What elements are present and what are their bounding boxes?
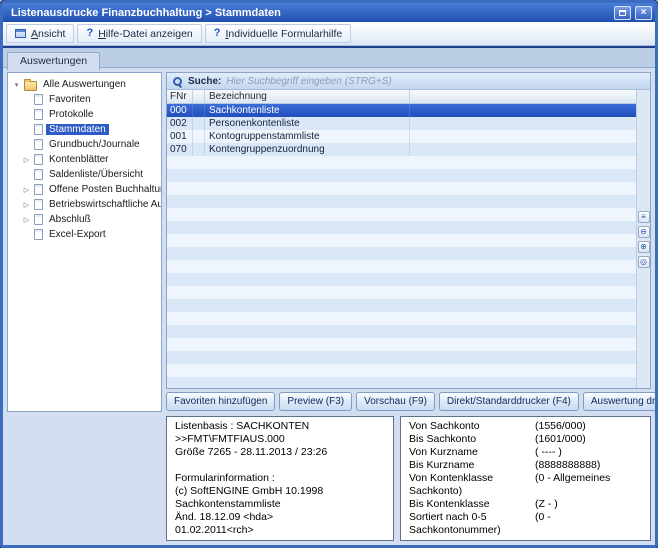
document-icon <box>34 229 43 240</box>
param-row: Bis Kontenklasse(Z - ) <box>409 498 642 511</box>
info-line: Änd. 18.12.09 <hda> <box>175 511 385 524</box>
param-row: Bis Sachkonto(1601/000) <box>409 433 642 446</box>
document-icon <box>34 124 43 135</box>
results-list: Suche: FNr Bezeichnung 000 Sachkont <box>166 72 651 389</box>
results-panel: Suche: FNr Bezeichnung 000 Sachkont <box>166 72 651 412</box>
print-report-button[interactable]: Auswertung drucken <box>583 392 658 411</box>
main-row: ▾ Alle Auswertungen Favoriten Protokolle… <box>7 72 651 412</box>
column-header-rest <box>410 90 650 103</box>
document-icon <box>34 94 43 105</box>
info-line: Listenbasis : SACHKONTEN <box>175 420 385 433</box>
table-body: 000 Sachkontenliste 002 Personenkontenli… <box>167 104 650 388</box>
view-icon <box>15 29 26 38</box>
document-icon <box>34 154 43 165</box>
action-bar: Favoriten hinzufügen Preview (F3) Vorsch… <box>166 392 651 412</box>
list-view-icon[interactable]: ≡ <box>638 211 650 223</box>
add-favorite-button[interactable]: Favoriten hinzufügen <box>166 392 275 411</box>
tree-item-offene-posten[interactable]: ▷ Offene Posten Buchhaltung <box>8 182 161 197</box>
document-icon <box>34 184 43 195</box>
column-header-flag <box>193 90 205 103</box>
tree-item-betriebswirtschaftliche[interactable]: ▷ Betriebswirtschaftliche Auswertungen <box>8 197 161 212</box>
maximize-icon <box>619 10 626 16</box>
details-icon[interactable]: ◎ <box>638 256 650 268</box>
document-icon <box>34 139 43 150</box>
vorschau-f9-button[interactable]: Vorschau (F9) <box>356 392 435 411</box>
ansicht-button[interactable]: Ansicht <box>6 24 74 43</box>
param-row: Von Kontenklasse(0 - Allgemeines Sachkon… <box>409 472 642 498</box>
tree-root-alle-auswertungen[interactable]: ▾ Alle Auswertungen <box>8 77 161 92</box>
tree-item-abschluss[interactable]: ▷ Abschluß <box>8 212 161 227</box>
tree-item-excel-export[interactable]: Excel-Export <box>8 227 161 242</box>
tree-panel: ▾ Alle Auswertungen Favoriten Protokolle… <box>7 72 162 412</box>
tree-item-protokolle[interactable]: Protokolle <box>8 107 161 122</box>
info-panel: Listenbasis : SACHKONTEN >>FMT\FMTFIAUS.… <box>166 416 394 541</box>
column-header-bezeichnung[interactable]: Bezeichnung <box>205 90 410 103</box>
param-row: Sortiert nach 0-5(0 - Sachkontonummer) <box>409 511 642 537</box>
direct-printer-f4-button[interactable]: Direkt/Standarddrucker (F4) <box>439 392 579 411</box>
form-help-button[interactable]: ? Individuelle Formularhilfe <box>205 24 351 43</box>
content-area: ▾ Alle Auswertungen Favoriten Protokolle… <box>3 68 655 545</box>
tree-root-label: Alle Auswertungen <box>40 79 129 90</box>
app-window: Listenausdrucke Finanzbuchhaltung > Stam… <box>0 0 658 548</box>
tree-item-kontenblaetter[interactable]: ▷ Kontenblätter <box>8 152 161 167</box>
info-line: Formularinformation : <box>175 472 385 485</box>
document-icon <box>34 199 43 210</box>
table-header: FNr Bezeichnung <box>167 90 650 104</box>
maximize-button[interactable] <box>614 6 631 20</box>
tree-item-grundbuch-journale[interactable]: Grundbuch/Journale <box>8 137 161 152</box>
table-row[interactable]: 001 Kontogruppenstammliste <box>167 130 650 143</box>
tab-auswertungen[interactable]: Auswertungen <box>7 52 100 70</box>
search-input[interactable] <box>226 76 645 87</box>
document-icon <box>34 169 43 180</box>
document-icon <box>34 214 43 225</box>
expander-closed-icon[interactable]: ▷ <box>22 156 31 164</box>
zoom-in-icon[interactable]: ⊕ <box>638 241 650 253</box>
tab-strip: Auswertungen <box>3 48 655 68</box>
expander-closed-icon[interactable]: ▷ <box>22 216 31 224</box>
info-line: >>FMT\FMTFIAUS.000 <box>175 433 385 446</box>
expander-closed-icon[interactable]: ▷ <box>22 186 31 194</box>
table-row[interactable]: 070 Kontengruppenzuordnung <box>167 143 650 156</box>
folder-icon <box>24 81 37 91</box>
info-line: Sachkontenstammliste <box>175 498 385 511</box>
table-row[interactable]: 002 Personenkontenliste <box>167 117 650 130</box>
tree-item-stammdaten[interactable]: Stammdaten <box>8 122 161 137</box>
side-toolbar: ≡ ⊖ ⊕ ◎ <box>636 90 650 388</box>
expander-open-icon[interactable]: ▾ <box>12 81 21 89</box>
toolbar: Ansicht ? Hilfe-Datei anzeigen ? Individ… <box>3 22 655 46</box>
form-help-label: Individuelle Formularhilfe <box>225 28 342 40</box>
tree-item-favoriten[interactable]: Favoriten <box>8 92 161 107</box>
param-row: Von Sachkonto(1556/000) <box>409 420 642 433</box>
preview-f3-button[interactable]: Preview (F3) <box>279 392 352 411</box>
zoom-out-icon[interactable]: ⊖ <box>638 226 650 238</box>
form-help-icon: ? <box>214 28 221 39</box>
help-icon: ? <box>86 28 93 39</box>
expander-closed-icon[interactable]: ▷ <box>22 201 31 209</box>
param-row: Bis Kurzname(8888888888) <box>409 459 642 472</box>
window-title: Listenausdrucke Finanzbuchhaltung > Stam… <box>11 7 610 19</box>
titlebar[interactable]: Listenausdrucke Finanzbuchhaltung > Stam… <box>3 3 655 22</box>
close-button[interactable]: × <box>635 6 652 20</box>
info-line <box>175 459 385 472</box>
ansicht-label: Ansicht <box>31 28 65 40</box>
document-icon <box>34 109 43 120</box>
tree-item-saldenliste[interactable]: Saldenliste/Übersicht <box>8 167 161 182</box>
params-panel: Von Sachkonto(1556/000) Bis Sachkonto(16… <box>400 416 651 541</box>
bottom-row: Listenbasis : SACHKONTEN >>FMT\FMTFIAUS.… <box>7 416 651 541</box>
info-line: Größe 7265 - 28.11.2013 / 23:26 <box>175 446 385 459</box>
info-line: 01.02.2011<rch> <box>175 524 385 537</box>
search-icon <box>172 76 183 87</box>
table-row[interactable]: 000 Sachkontenliste <box>167 104 650 117</box>
column-header-fnr[interactable]: FNr <box>167 90 193 103</box>
search-bar: Suche: <box>167 73 650 90</box>
help-file-button[interactable]: ? Hilfe-Datei anzeigen <box>77 24 201 43</box>
help-file-label: Hilfe-Datei anzeigen <box>98 28 193 40</box>
info-line: (c) SoftENGINE GmbH 10.1998 <box>175 485 385 498</box>
search-label: Suche: <box>188 76 221 87</box>
param-row: Von Kurzname( ---- ) <box>409 446 642 459</box>
